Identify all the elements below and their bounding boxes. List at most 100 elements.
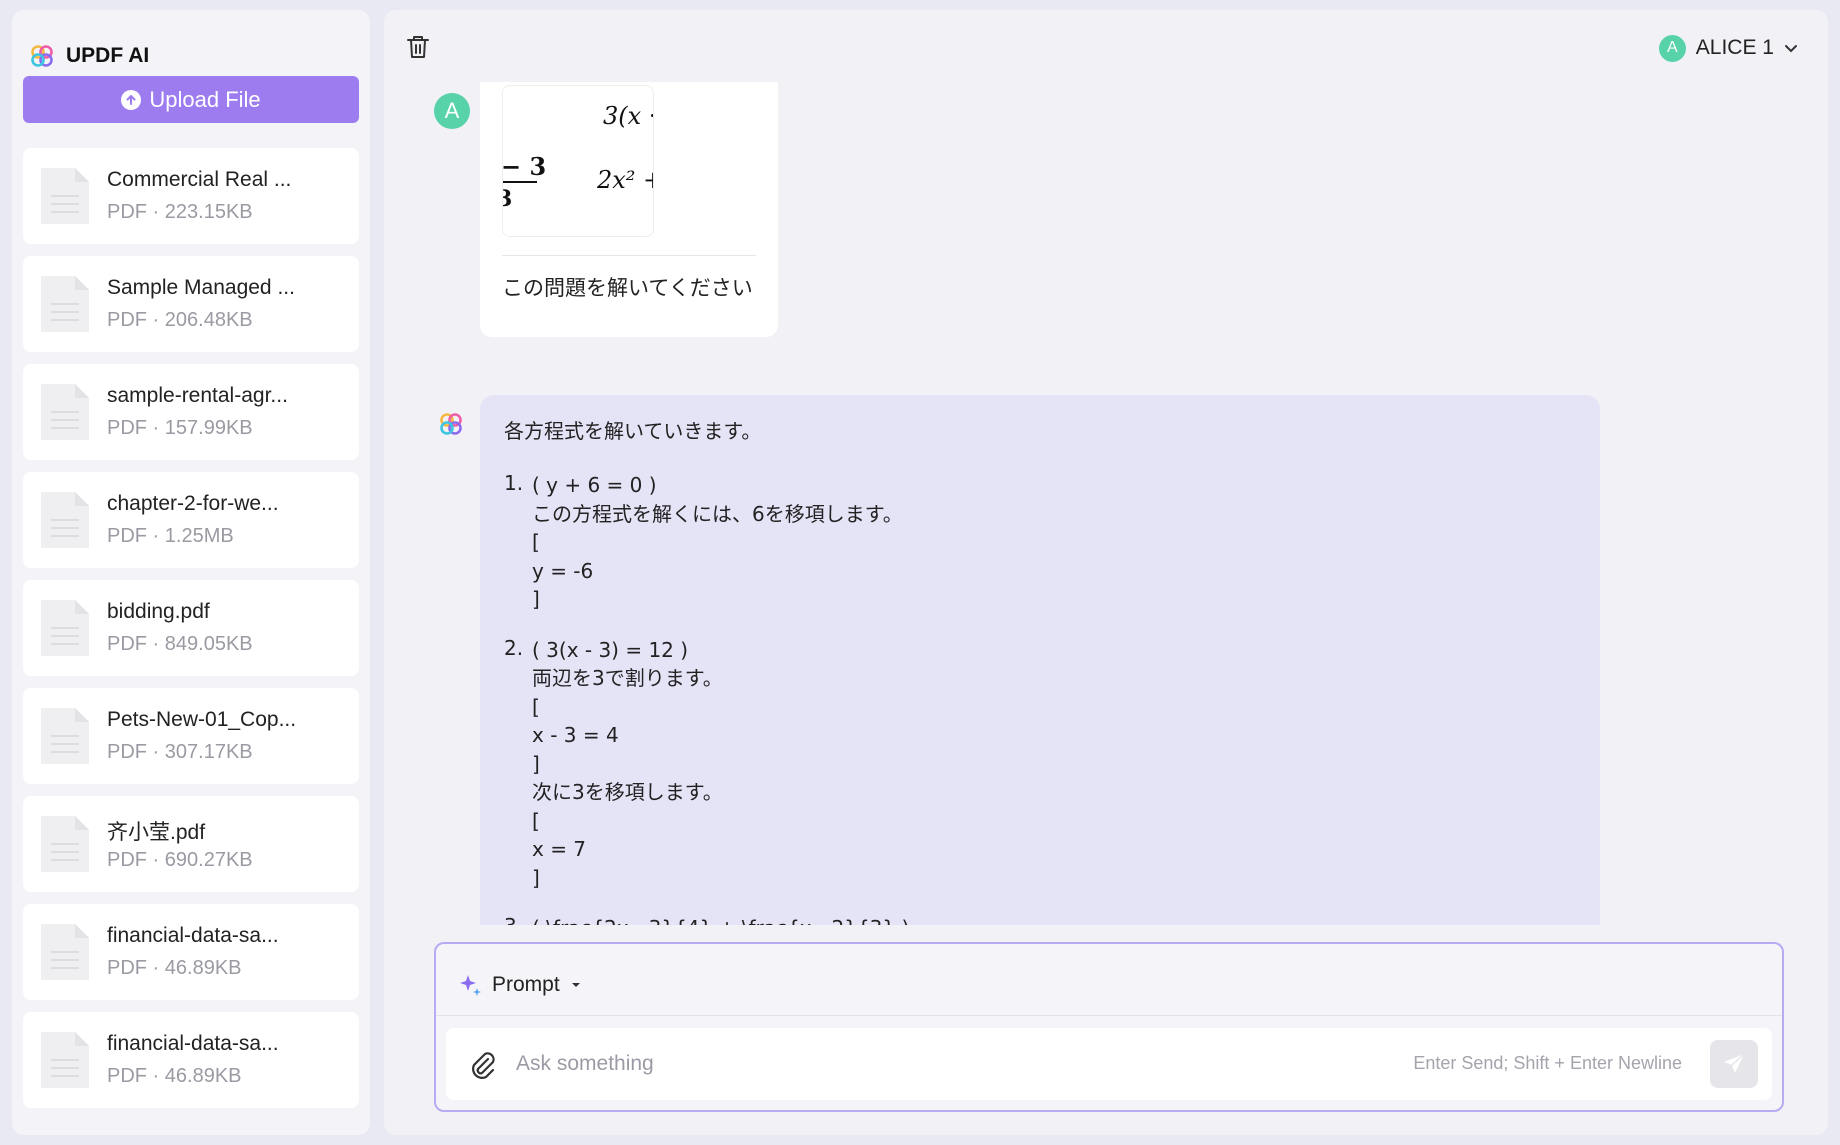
file-item[interactable]: financial-data-sa... PDF · 46.89KB bbox=[23, 904, 359, 1000]
sidebar: UPDF AI Upload File Commercial Real ... … bbox=[12, 10, 370, 1135]
file-name: sample-rental-agr... bbox=[107, 384, 288, 407]
file-name: 齐小莹.pdf bbox=[107, 821, 206, 844]
send-button[interactable] bbox=[1710, 1040, 1758, 1088]
prompt-label: Prompt bbox=[492, 973, 560, 996]
file-meta: PDF · 223.15KB bbox=[107, 201, 253, 223]
updf-logo-icon bbox=[440, 413, 462, 435]
user-name: ALICE 1 bbox=[1695, 36, 1774, 59]
file-meta: PDF · 157.99KB bbox=[107, 417, 253, 439]
ai-avatar bbox=[439, 412, 463, 441]
solution-step: 1. ( y + 6 = 0 ) この方程式を解くには、6を移項します。 [ y… bbox=[504, 471, 1576, 614]
step-number: 1. bbox=[504, 471, 524, 495]
image-text: 3(x · bbox=[603, 102, 654, 130]
pdf-file-icon bbox=[39, 274, 91, 339]
step-line: y = -6 bbox=[532, 558, 594, 583]
step-line: 両辺を3で割ります。 bbox=[532, 666, 723, 690]
file-name: financial-data-sa... bbox=[107, 1032, 279, 1055]
step-line: [ bbox=[532, 808, 540, 833]
step-number: 3. bbox=[504, 914, 523, 925]
step-number: 2. bbox=[504, 635, 524, 660]
file-name: Pets-New-01_Cop... bbox=[107, 708, 297, 731]
file-item[interactable]: financial-data-sa... PDF · 46.89KB bbox=[23, 1012, 359, 1108]
file-name: chapter-2-for-we... bbox=[107, 492, 279, 515]
file-meta: PDF · 206.48KB bbox=[107, 309, 253, 331]
step-line: [ bbox=[532, 694, 540, 719]
upload-file-button[interactable]: Upload File bbox=[23, 76, 359, 123]
file-item[interactable]: bidding.pdf PDF · 849.05KB bbox=[23, 580, 359, 676]
pdf-file-icon bbox=[39, 814, 91, 879]
image-text: 3 bbox=[503, 186, 512, 212]
pdf-file-icon bbox=[39, 490, 91, 555]
paperclip-icon bbox=[472, 1052, 495, 1079]
ai-message-bubble: 各方程式を解いていきます。 1. ( y + 6 = 0 ) この方程式を解くに… bbox=[480, 395, 1600, 925]
clear-chat-button[interactable] bbox=[406, 34, 430, 65]
step-line: ] bbox=[532, 865, 540, 890]
file-item[interactable]: sample-rental-agr... PDF · 157.99KB bbox=[23, 364, 359, 460]
file-meta: PDF · 46.89KB bbox=[107, 957, 242, 979]
pdf-file-icon bbox=[39, 166, 91, 231]
step-line: ( \frac{2x - 3}{4} + \frac{x - 2}{3} ) bbox=[532, 914, 1576, 925]
file-list: Commercial Real ... PDF · 223.15KB Sampl… bbox=[23, 148, 359, 1120]
pdf-file-icon bbox=[39, 706, 91, 771]
pdf-file-icon bbox=[39, 598, 91, 663]
step-line: x = 7 bbox=[532, 837, 587, 861]
file-meta: PDF · 46.89KB bbox=[107, 1065, 242, 1087]
file-meta: PDF · 690.27KB bbox=[107, 849, 253, 871]
file-name: bidding.pdf bbox=[107, 600, 210, 623]
file-meta: PDF · 1.25MB bbox=[107, 525, 234, 547]
send-icon bbox=[1724, 1053, 1745, 1073]
message-list: A 3(x · − 3 3 2x² + この問題を解いてください 各方程式を解い… bbox=[384, 82, 1828, 925]
step-line: x - 3 = 4 bbox=[532, 723, 619, 747]
attach-button[interactable] bbox=[468, 1050, 496, 1085]
app-title: UPDF AI bbox=[66, 44, 150, 67]
divider bbox=[502, 255, 756, 256]
brand: UPDF AI bbox=[30, 40, 149, 72]
file-name: financial-data-sa... bbox=[107, 924, 279, 947]
composer: Prompt Enter Send; Shift + Enter Newline bbox=[434, 942, 1784, 1112]
chat-panel: A ALICE 1 A 3(x · − 3 3 2x² + この問題を解いてくだ… bbox=[384, 10, 1828, 1135]
image-text: 2x² + bbox=[597, 166, 653, 194]
file-item[interactable]: chapter-2-for-we... PDF · 1.25MB bbox=[23, 472, 359, 568]
upload-file-label: Upload File bbox=[149, 86, 261, 112]
user-avatar: A bbox=[434, 93, 470, 129]
file-name: Sample Managed ... bbox=[107, 276, 295, 299]
step-line: ] bbox=[532, 751, 540, 776]
avatar: A bbox=[1658, 34, 1686, 62]
step-line: 次に3を移項します。 bbox=[532, 780, 723, 804]
divider bbox=[436, 1015, 1782, 1016]
pdf-file-icon bbox=[39, 922, 91, 987]
pdf-file-icon bbox=[39, 1030, 91, 1095]
file-item[interactable]: Sample Managed ... PDF · 206.48KB bbox=[23, 256, 359, 352]
prompt-selector[interactable]: Prompt bbox=[458, 970, 582, 1000]
step-line: [ bbox=[532, 530, 540, 554]
updf-logo-icon bbox=[31, 45, 53, 67]
fraction-bar bbox=[503, 181, 537, 183]
keyboard-hint: Enter Send; Shift + Enter Newline bbox=[1413, 1053, 1682, 1073]
file-item[interactable]: Commercial Real ... PDF · 223.15KB bbox=[23, 148, 359, 244]
solution-step: 2. ( 3(x - 3) = 12 ) 両辺を3で割ります。 [ x - 3 … bbox=[504, 636, 1576, 893]
solution-step: 3. ( \frac{2x - 3}{4} + \frac{x - 2}{3} … bbox=[504, 914, 1576, 925]
ask-input[interactable] bbox=[516, 1044, 1216, 1084]
step-line: ( y + 6 = 0 ) bbox=[532, 473, 657, 497]
file-name: Commercial Real ... bbox=[107, 168, 292, 191]
file-meta: PDF · 849.05KB bbox=[107, 633, 253, 655]
file-item[interactable]: 齐小莹.pdf PDF · 690.27KB bbox=[23, 796, 359, 892]
caret-down-icon bbox=[571, 983, 580, 987]
message-input-box: Enter Send; Shift + Enter Newline bbox=[446, 1028, 1772, 1100]
user-message-bubble: 3(x · − 3 3 2x² + この問題を解いてください bbox=[480, 82, 778, 337]
pdf-file-icon bbox=[39, 382, 91, 447]
ai-intro-text: 各方程式を解いていきます。 bbox=[504, 419, 762, 443]
upload-icon bbox=[121, 89, 142, 110]
step-line: ( 3(x - 3) = 12 ) bbox=[532, 637, 689, 662]
file-meta: PDF · 307.17KB bbox=[107, 741, 253, 763]
step-line: ] bbox=[532, 587, 540, 611]
attached-image[interactable]: 3(x · − 3 3 2x² + bbox=[502, 85, 654, 237]
image-text: − 3 bbox=[502, 152, 547, 181]
step-line: この方程式を解くには、6を移項します。 bbox=[532, 501, 903, 526]
trash-icon bbox=[407, 36, 429, 58]
file-item[interactable]: Pets-New-01_Cop... PDF · 307.17KB bbox=[23, 688, 359, 784]
chevron-down-icon bbox=[1785, 45, 1797, 53]
user-message-text: この問題を解いてください bbox=[502, 276, 753, 300]
sparkle-icon bbox=[460, 975, 481, 996]
user-menu[interactable]: A ALICE 1 bbox=[1658, 32, 1798, 64]
